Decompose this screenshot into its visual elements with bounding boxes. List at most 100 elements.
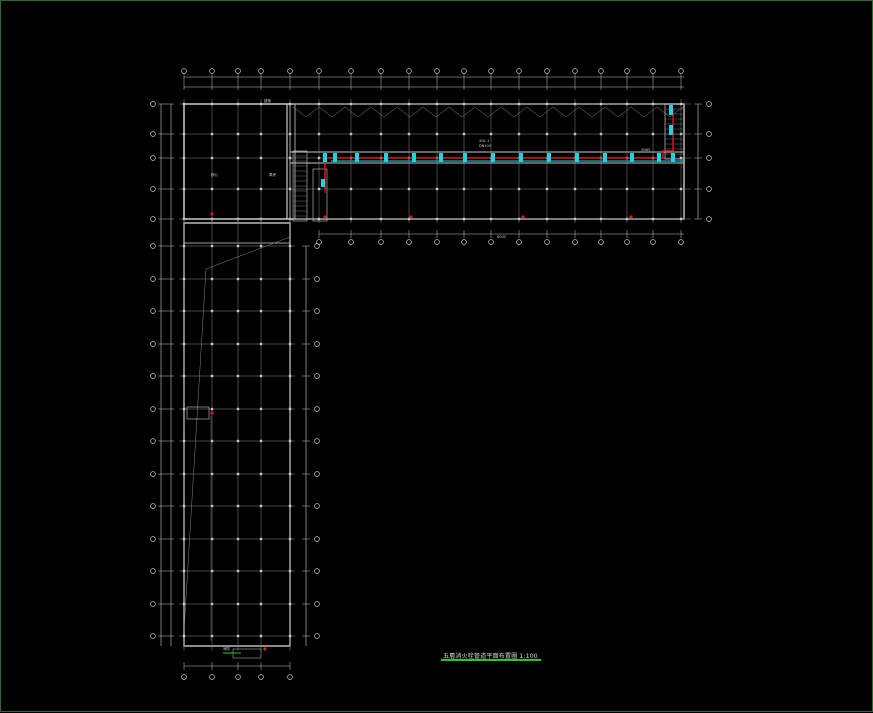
column <box>182 342 186 346</box>
column <box>462 217 466 221</box>
axis-bubble <box>150 503 156 509</box>
column <box>651 102 655 106</box>
column <box>379 187 383 191</box>
column <box>288 342 292 346</box>
axis-bubble <box>706 101 712 107</box>
axis-bubble <box>706 186 712 192</box>
column <box>210 244 214 248</box>
column <box>259 244 263 248</box>
column <box>288 187 292 191</box>
axis-bubble <box>706 155 712 161</box>
column <box>489 132 493 136</box>
column <box>625 102 629 106</box>
axis-bubble <box>348 239 354 245</box>
column <box>573 132 577 136</box>
axis-bubble <box>150 373 156 379</box>
column <box>625 132 629 136</box>
column <box>317 102 321 106</box>
column <box>651 217 655 221</box>
column <box>317 187 321 191</box>
column <box>462 187 466 191</box>
hydrant-cabinet <box>321 179 325 187</box>
column <box>259 504 263 508</box>
column <box>679 217 683 221</box>
axis-bubble <box>598 68 604 74</box>
axis-bubble <box>706 131 712 137</box>
column <box>599 102 603 106</box>
axis-bubble <box>150 276 156 282</box>
column <box>236 407 240 411</box>
column <box>182 374 186 378</box>
column <box>236 309 240 313</box>
pipe-label: DN100 <box>479 144 491 148</box>
axis-bubble <box>461 239 467 245</box>
stair-wall <box>286 103 296 220</box>
axis-bubble <box>258 68 264 74</box>
column <box>462 132 466 136</box>
column <box>259 602 263 606</box>
column <box>517 102 521 106</box>
axis-bubble <box>488 68 494 74</box>
axis-bubble <box>488 239 494 245</box>
column <box>259 309 263 313</box>
axis-bubble <box>624 239 630 245</box>
axis-bubble <box>314 308 320 314</box>
column <box>545 187 549 191</box>
column <box>379 132 383 136</box>
cad-drawing-viewport[interactable]: XHL-1 DN100 樓梯 辦公 庫房 SN65 消防 6000 五層消火栓管道平面布置圖 … <box>0 0 873 712</box>
column <box>259 407 263 411</box>
valve-marker <box>409 215 413 219</box>
valve-marker <box>210 411 214 415</box>
axis-bubble <box>378 239 384 245</box>
column <box>435 102 439 106</box>
column <box>517 132 521 136</box>
column <box>236 439 240 443</box>
column <box>573 187 577 191</box>
axis-bubble <box>678 239 684 245</box>
axis-bubble <box>209 68 215 74</box>
valve-marker <box>263 647 267 651</box>
column <box>288 244 292 248</box>
axis-bubble <box>150 186 156 192</box>
column <box>210 277 214 281</box>
column <box>210 342 214 346</box>
column <box>236 537 240 541</box>
axis-bubble <box>516 239 522 245</box>
roof-truss-line <box>292 106 684 118</box>
column <box>435 132 439 136</box>
pipe-label: XHL-1 <box>479 139 489 143</box>
axis-bubble <box>150 471 156 477</box>
axis-bubble <box>181 674 187 680</box>
column <box>489 102 493 106</box>
axis-bubble <box>314 406 320 412</box>
column <box>259 187 263 191</box>
fire-main-pipe <box>324 109 674 189</box>
column <box>407 102 411 106</box>
column <box>236 602 240 606</box>
column <box>288 602 292 606</box>
axis-bubble <box>650 68 656 74</box>
axis-bubble <box>150 601 156 607</box>
axis-bubble <box>434 239 440 245</box>
axis-bubble <box>461 68 467 74</box>
axis-bubble <box>150 536 156 542</box>
room-label: 庫房 <box>269 172 277 177</box>
axis-bubble <box>314 601 320 607</box>
column <box>288 374 292 378</box>
column <box>259 472 263 476</box>
top-wing-outline <box>183 103 685 220</box>
axis-bubble <box>181 68 187 74</box>
column <box>317 156 321 160</box>
column <box>236 187 240 191</box>
column <box>236 132 240 136</box>
left-wing-top-band <box>183 222 291 244</box>
column <box>182 634 186 638</box>
column <box>407 187 411 191</box>
column <box>182 244 186 248</box>
column <box>462 102 466 106</box>
column <box>259 569 263 573</box>
left-wing-outline <box>183 222 291 647</box>
column <box>236 244 240 248</box>
column <box>259 156 263 160</box>
valve-marker <box>210 212 214 216</box>
